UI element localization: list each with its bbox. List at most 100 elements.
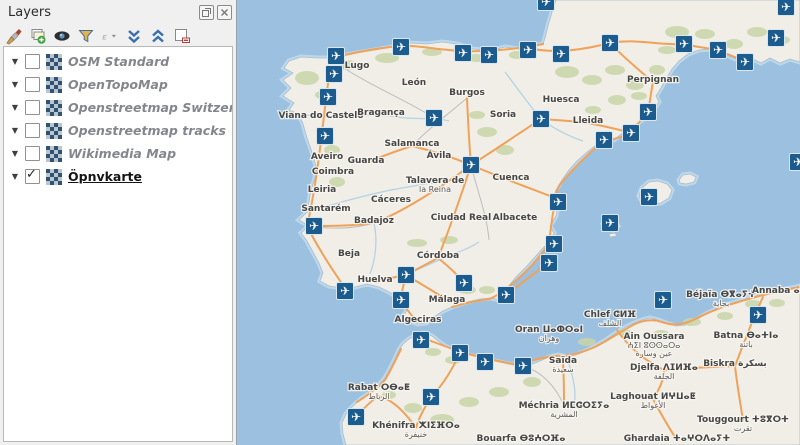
airport-marker[interactable]: ✈: [789, 153, 800, 171]
city-label: Lugo: [345, 61, 370, 71]
close-panel-button[interactable]: [217, 4, 232, 20]
airplane-icon: ✈: [781, 0, 791, 14]
layer-row[interactable]: ▼ OpenTopoMap: [4, 73, 232, 96]
float-panel-button[interactable]: [199, 4, 214, 20]
expand-layer-icon[interactable]: ▼: [10, 80, 20, 89]
airport-marker[interactable]: ✈: [601, 34, 619, 52]
city-label: Biskra بسكرة: [703, 359, 767, 369]
layer-list: ▼ OSM Standard ▼ OpenTopoMap ▼ Openstreetmap …: [3, 46, 233, 442]
city-label: Huesca: [543, 95, 580, 105]
collapse-all-button[interactable]: [148, 27, 167, 46]
airplane-icon: ✈: [643, 105, 653, 119]
city-label: León: [402, 77, 426, 88]
expand-layer-icon[interactable]: ▼: [10, 172, 20, 181]
airport-marker[interactable]: ✈: [767, 29, 785, 47]
layer-row[interactable]: ▼ ✓ Öpnvkarte: [4, 165, 232, 188]
city-label: Huelva: [357, 275, 392, 285]
city-label: Lleida: [573, 116, 604, 126]
airport-marker[interactable]: ✈: [392, 291, 410, 309]
airport-marker[interactable]: ✈: [347, 408, 365, 426]
airport-marker[interactable]: ✈: [397, 266, 415, 284]
expression-epsilon-icon: ε: [102, 32, 117, 42]
airport-marker[interactable]: ✈: [451, 344, 469, 362]
panel-title: Layers: [8, 4, 52, 20]
airport-marker[interactable]: ✈: [319, 88, 337, 106]
airport-marker[interactable]: ✈: [325, 65, 343, 83]
airport-marker[interactable]: ✈: [336, 282, 354, 300]
airplane-icon: ✈: [518, 359, 528, 373]
airport-marker[interactable]: ✈: [422, 388, 440, 406]
layer-row[interactable]: ▼ Openstreetmap tracks: [4, 119, 232, 142]
layer-visibility-checkbox[interactable]: ✓: [25, 167, 40, 184]
layer-row[interactable]: ▼ Wikimedia Map: [4, 142, 232, 165]
expand-layer-icon[interactable]: ▼: [10, 126, 20, 135]
remove-layer-button[interactable]: [172, 27, 191, 46]
airplane-icon: ✈: [323, 90, 333, 104]
airport-marker[interactable]: ✈: [640, 188, 658, 206]
airport-marker[interactable]: ✈: [639, 103, 657, 121]
airport-marker[interactable]: ✈: [327, 47, 345, 65]
expand-layer-icon[interactable]: ▼: [10, 149, 20, 158]
filter-legend-by-expression-button[interactable]: ε: [100, 27, 119, 46]
layer-row[interactable]: ▼ OSM Standard: [4, 50, 232, 73]
airport-marker[interactable]: ✈: [654, 291, 672, 309]
wms-layer-icon: [46, 76, 62, 93]
airport-marker[interactable]: ✈: [622, 124, 640, 142]
filter-legend-button[interactable]: [76, 27, 95, 46]
airplane-icon: ✈: [484, 48, 494, 62]
airport-marker[interactable]: ✈: [709, 41, 727, 59]
airport-marker[interactable]: ✈: [392, 38, 410, 56]
airport-marker[interactable]: ✈: [777, 0, 795, 16]
add-group-icon: [31, 29, 45, 44]
expand-layer-icon[interactable]: ▼: [10, 103, 20, 112]
layer-visibility-checkbox[interactable]: [25, 54, 40, 69]
city-label: Soria: [490, 110, 516, 120]
airport-marker[interactable]: ✈: [425, 109, 443, 127]
airplane-icon: ✈: [401, 268, 411, 282]
airport-marker[interactable]: ✈: [537, 0, 555, 11]
airport-marker[interactable]: ✈: [736, 53, 754, 71]
manage-map-themes-button[interactable]: [52, 27, 71, 46]
airplane-icon: ✈: [793, 155, 800, 169]
airport-marker[interactable]: ✈: [455, 274, 473, 292]
expand-layer-icon[interactable]: ▼: [10, 57, 20, 66]
layer-row[interactable]: ▼ Openstreetmap Switzerland (L: [4, 96, 232, 119]
airport-marker[interactable]: ✈: [462, 156, 480, 174]
open-layer-styling-button[interactable]: [4, 27, 23, 46]
airport-marker[interactable]: ✈: [519, 41, 537, 59]
airplane-icon: ✈: [455, 346, 465, 360]
airport-marker[interactable]: ✈: [412, 331, 430, 349]
airport-marker[interactable]: ✈: [749, 306, 767, 324]
airport-marker[interactable]: ✈: [601, 214, 619, 232]
city-label-secondary: عين وسارة: [636, 349, 673, 358]
layer-visibility-checkbox[interactable]: [25, 100, 40, 115]
layer-visibility-checkbox[interactable]: [25, 77, 40, 92]
eye-icon: [54, 31, 69, 41]
city-label: Beja: [338, 249, 360, 259]
airport-marker[interactable]: ✈: [595, 131, 613, 149]
map-canvas[interactable]: Lugo León Burgos Soria Huesca Lleida Perpignan…: [237, 0, 800, 445]
airplane-icon: ✈: [480, 355, 490, 369]
airport-marker[interactable]: ✈: [549, 193, 567, 211]
layer-visibility-checkbox[interactable]: [25, 123, 40, 138]
airport-marker[interactable]: ✈: [532, 110, 550, 128]
city-label-secondary: سعيدة: [552, 365, 574, 374]
collapse-all-icon: [151, 29, 164, 43]
airport-marker[interactable]: ✈: [675, 35, 693, 53]
airport-marker[interactable]: ✈: [540, 254, 558, 272]
airport-marker[interactable]: ✈: [476, 353, 494, 371]
paintbrush-icon: [5, 29, 21, 45]
airport-marker[interactable]: ✈: [497, 286, 515, 304]
airport-marker[interactable]: ✈: [305, 217, 323, 235]
airport-marker[interactable]: ✈: [552, 45, 570, 63]
add-group-button[interactable]: [28, 27, 47, 46]
airplane-icon: ✈: [459, 276, 469, 290]
airport-marker[interactable]: ✈: [316, 127, 334, 145]
expand-all-button[interactable]: [124, 27, 143, 46]
airport-marker[interactable]: ✈: [514, 357, 532, 375]
layer-name: Öpnvkarte: [68, 169, 142, 184]
airport-marker[interactable]: ✈: [480, 46, 498, 64]
airport-marker[interactable]: ✈: [454, 44, 472, 62]
airport-marker[interactable]: ✈: [545, 235, 563, 253]
layer-visibility-checkbox[interactable]: [25, 146, 40, 161]
